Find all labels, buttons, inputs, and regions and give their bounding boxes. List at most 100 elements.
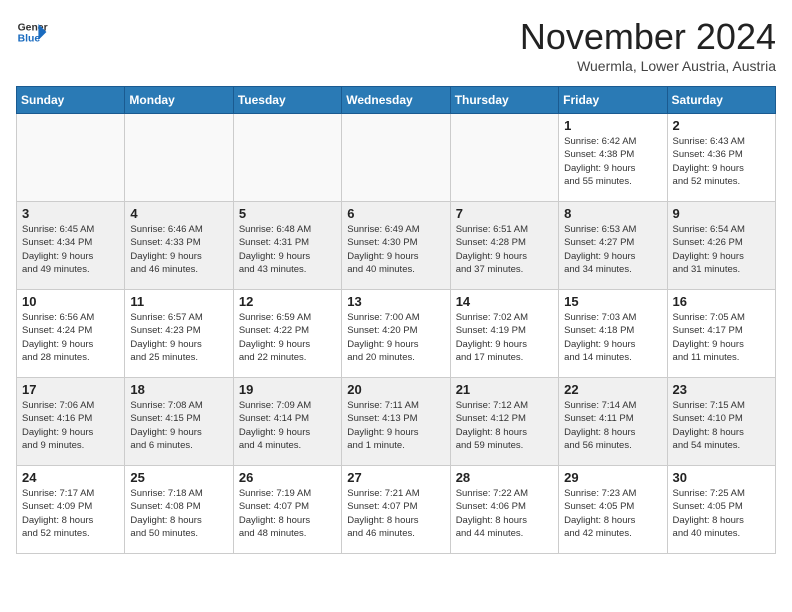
weekday-header-thursday: Thursday xyxy=(450,87,558,114)
calendar-cell: 10Sunrise: 6:56 AM Sunset: 4:24 PM Dayli… xyxy=(17,290,125,378)
calendar-cell: 23 Sunrise: 7:15 AM Sunset: 4:10 PM Dayli… xyxy=(667,378,775,466)
calendar-cell xyxy=(233,114,341,202)
day-number: 30 xyxy=(673,470,770,485)
day-info: Sunrise: 6:53 AM Sunset: 4:27 PM Dayligh… xyxy=(564,223,661,276)
day-number: 27 xyxy=(347,470,444,485)
day-number: 6 xyxy=(347,206,444,221)
calendar-cell: 8 Sunrise: 6:53 AM Sunset: 4:27 PM Daylig… xyxy=(559,202,667,290)
day-info: Sunrise: 7:23 AM Sunset: 4:05 PM Dayligh… xyxy=(564,487,661,540)
day-number: 18 xyxy=(130,382,227,397)
calendar-cell: 18Sunrise: 7:08 AM Sunset: 4:15 PM Dayli… xyxy=(125,378,233,466)
day-info: Sunrise: 6:42 AM Sunset: 4:38 PM Dayligh… xyxy=(564,135,661,188)
location-subtitle: Wuermla, Lower Austria, Austria xyxy=(520,58,776,74)
calendar-cell: 25 Sunrise: 7:18 AM Sunset: 4:08 PM Dayli… xyxy=(125,466,233,554)
calendar-cell: 29 Sunrise: 7:23 AM Sunset: 4:05 PM Dayli… xyxy=(559,466,667,554)
day-number: 8 xyxy=(564,206,661,221)
calendar-cell xyxy=(450,114,558,202)
day-number: 13 xyxy=(347,294,444,309)
day-number: 29 xyxy=(564,470,661,485)
calendar-week-row: 17 Sunrise: 7:06 AM Sunset: 4:16 PM Dayli… xyxy=(17,378,776,466)
day-info: Sunrise: 7:09 AM Sunset: 4:14 PM Dayligh… xyxy=(239,399,336,452)
day-info: Sunrise: 7:18 AM Sunset: 4:08 PM Dayligh… xyxy=(130,487,227,540)
day-info: Sunrise: 7:19 AM Sunset: 4:07 PM Dayligh… xyxy=(239,487,336,540)
day-number: 20 xyxy=(347,382,444,397)
calendar-cell: 7 Sunrise: 6:51 AM Sunset: 4:28 PM Daylig… xyxy=(450,202,558,290)
day-info: Sunrise: 7:02 AM Sunset: 4:19 PM Dayligh… xyxy=(456,311,553,364)
day-info: Sunrise: 6:48 AM Sunset: 4:31 PM Dayligh… xyxy=(239,223,336,276)
day-info: Sunrise: 6:45 AM Sunset: 4:34 PM Dayligh… xyxy=(22,223,119,276)
day-info: Sunrise: 6:49 AM Sunset: 4:30 PM Dayligh… xyxy=(347,223,444,276)
day-number: 24 xyxy=(22,470,119,485)
calendar-cell: 9Sunrise: 6:54 AM Sunset: 4:26 PM Daylig… xyxy=(667,202,775,290)
calendar-cell xyxy=(125,114,233,202)
calendar-cell: 21Sunrise: 7:12 AM Sunset: 4:12 PM Dayli… xyxy=(450,378,558,466)
day-info: Sunrise: 6:51 AM Sunset: 4:28 PM Dayligh… xyxy=(456,223,553,276)
weekday-header-monday: Monday xyxy=(125,87,233,114)
day-info: Sunrise: 6:46 AM Sunset: 4:33 PM Dayligh… xyxy=(130,223,227,276)
calendar-cell: 6 Sunrise: 6:49 AM Sunset: 4:30 PM Daylig… xyxy=(342,202,450,290)
month-title: November 2024 xyxy=(520,16,776,58)
weekday-header-friday: Friday xyxy=(559,87,667,114)
calendar-cell: 4 Sunrise: 6:46 AM Sunset: 4:33 PM Daylig… xyxy=(125,202,233,290)
calendar-cell: 1 Sunrise: 6:42 AM Sunset: 4:38 PM Daylig… xyxy=(559,114,667,202)
day-number: 23 xyxy=(673,382,770,397)
day-number: 7 xyxy=(456,206,553,221)
weekday-header-sunday: Sunday xyxy=(17,87,125,114)
day-number: 5 xyxy=(239,206,336,221)
page-header: General Blue November 2024 Wuermla, Lowe… xyxy=(16,16,776,74)
weekday-header-saturday: Saturday xyxy=(667,87,775,114)
calendar-cell: 14Sunrise: 7:02 AM Sunset: 4:19 PM Dayli… xyxy=(450,290,558,378)
calendar-cell: 11Sunrise: 6:57 AM Sunset: 4:23 PM Dayli… xyxy=(125,290,233,378)
weekday-header-tuesday: Tuesday xyxy=(233,87,341,114)
calendar-cell: 30 Sunrise: 7:25 AM Sunset: 4:05 PM Dayli… xyxy=(667,466,775,554)
day-number: 21 xyxy=(456,382,553,397)
calendar-cell: 5 Sunrise: 6:48 AM Sunset: 4:31 PM Daylig… xyxy=(233,202,341,290)
day-number: 1 xyxy=(564,118,661,133)
day-info: Sunrise: 7:15 AM Sunset: 4:10 PM Dayligh… xyxy=(673,399,770,452)
day-number: 17 xyxy=(22,382,119,397)
calendar-cell: 2 Sunrise: 6:43 AM Sunset: 4:36 PM Daylig… xyxy=(667,114,775,202)
day-info: Sunrise: 7:06 AM Sunset: 4:16 PM Dayligh… xyxy=(22,399,119,452)
calendar-cell: 16 Sunrise: 7:05 AM Sunset: 4:17 PM Dayli… xyxy=(667,290,775,378)
day-number: 3 xyxy=(22,206,119,221)
calendar-cell: 22 Sunrise: 7:14 AM Sunset: 4:11 PM Dayli… xyxy=(559,378,667,466)
calendar-week-row: 24 Sunrise: 7:17 AM Sunset: 4:09 PM Dayli… xyxy=(17,466,776,554)
day-info: Sunrise: 6:43 AM Sunset: 4:36 PM Dayligh… xyxy=(673,135,770,188)
calendar-cell: 12 Sunrise: 6:59 AM Sunset: 4:22 PM Dayli… xyxy=(233,290,341,378)
day-info: Sunrise: 6:54 AM Sunset: 4:26 PM Dayligh… xyxy=(673,223,770,276)
day-number: 2 xyxy=(673,118,770,133)
calendar-week-row: 3 Sunrise: 6:45 AM Sunset: 4:34 PM Daylig… xyxy=(17,202,776,290)
day-info: Sunrise: 7:00 AM Sunset: 4:20 PM Dayligh… xyxy=(347,311,444,364)
day-info: Sunrise: 6:57 AM Sunset: 4:23 PM Dayligh… xyxy=(130,311,227,364)
day-number: 22 xyxy=(564,382,661,397)
weekday-header-row: SundayMondayTuesdayWednesdayThursdayFrid… xyxy=(17,87,776,114)
day-info: Sunrise: 7:14 AM Sunset: 4:11 PM Dayligh… xyxy=(564,399,661,452)
calendar-cell xyxy=(17,114,125,202)
calendar-cell: 15Sunrise: 7:03 AM Sunset: 4:18 PM Dayli… xyxy=(559,290,667,378)
day-number: 28 xyxy=(456,470,553,485)
day-info: Sunrise: 7:22 AM Sunset: 4:06 PM Dayligh… xyxy=(456,487,553,540)
day-info: Sunrise: 6:56 AM Sunset: 4:24 PM Dayligh… xyxy=(22,311,119,364)
day-number: 16 xyxy=(673,294,770,309)
logo: General Blue xyxy=(16,16,48,48)
day-number: 19 xyxy=(239,382,336,397)
day-number: 4 xyxy=(130,206,227,221)
day-number: 25 xyxy=(130,470,227,485)
day-info: Sunrise: 7:11 AM Sunset: 4:13 PM Dayligh… xyxy=(347,399,444,452)
calendar-cell: 3 Sunrise: 6:45 AM Sunset: 4:34 PM Daylig… xyxy=(17,202,125,290)
day-number: 12 xyxy=(239,294,336,309)
calendar-table: SundayMondayTuesdayWednesdayThursdayFrid… xyxy=(16,86,776,554)
calendar-cell: 27 Sunrise: 7:21 AM Sunset: 4:07 PM Dayli… xyxy=(342,466,450,554)
calendar-cell: 24 Sunrise: 7:17 AM Sunset: 4:09 PM Dayli… xyxy=(17,466,125,554)
calendar-cell: 20 Sunrise: 7:11 AM Sunset: 4:13 PM Dayli… xyxy=(342,378,450,466)
calendar-week-row: 10Sunrise: 6:56 AM Sunset: 4:24 PM Dayli… xyxy=(17,290,776,378)
day-info: Sunrise: 7:05 AM Sunset: 4:17 PM Dayligh… xyxy=(673,311,770,364)
calendar-cell: 28 Sunrise: 7:22 AM Sunset: 4:06 PM Dayli… xyxy=(450,466,558,554)
day-info: Sunrise: 7:03 AM Sunset: 4:18 PM Dayligh… xyxy=(564,311,661,364)
day-info: Sunrise: 7:25 AM Sunset: 4:05 PM Dayligh… xyxy=(673,487,770,540)
weekday-header-wednesday: Wednesday xyxy=(342,87,450,114)
day-number: 26 xyxy=(239,470,336,485)
day-info: Sunrise: 7:17 AM Sunset: 4:09 PM Dayligh… xyxy=(22,487,119,540)
day-info: Sunrise: 6:59 AM Sunset: 4:22 PM Dayligh… xyxy=(239,311,336,364)
day-info: Sunrise: 7:21 AM Sunset: 4:07 PM Dayligh… xyxy=(347,487,444,540)
